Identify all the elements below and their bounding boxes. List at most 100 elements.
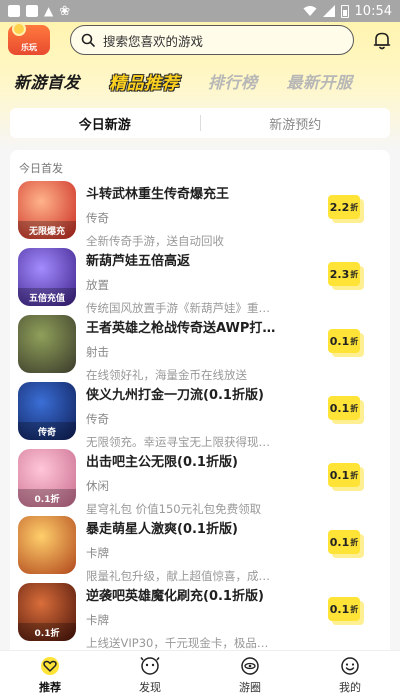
game-name: 出击吧主公无限(0.1折版) xyxy=(86,455,238,470)
game-name: 王者英雄之枪战传奇送AWP打… xyxy=(86,321,276,336)
nav-discover[interactable]: 发现 xyxy=(100,651,200,700)
discount-unit: 折 xyxy=(350,202,359,212)
tab-recommended[interactable]: 精品推荐 xyxy=(109,69,179,94)
nav-label: 我的 xyxy=(339,681,361,694)
smile-icon xyxy=(341,657,359,675)
game-tag: 卡牌 xyxy=(86,546,109,560)
app-notification-icon: ❀ xyxy=(59,3,71,19)
game-icon[interactable]: 无限爆充 xyxy=(18,181,76,239)
game-tag: 传奇 xyxy=(86,412,109,426)
eye-icon xyxy=(241,657,259,675)
warning-icon: ▲ xyxy=(44,4,54,18)
game-tag: 传奇 xyxy=(86,211,109,225)
game-name: 斗转武林重生传奇爆充王 xyxy=(86,187,230,202)
logo-text: 乐玩 xyxy=(21,43,37,52)
discover-icon xyxy=(140,657,160,675)
battery-icon xyxy=(340,4,349,18)
game-icon[interactable] xyxy=(18,315,76,373)
discount-badge[interactable]: 0.1 折 xyxy=(328,530,360,554)
heart-icon xyxy=(41,657,59,675)
discount-value: 0.1 xyxy=(329,535,350,549)
search-placeholder: 搜索您喜欢的游戏 xyxy=(103,33,204,49)
game-tag: 卡牌 xyxy=(86,613,109,627)
game-list-item[interactable]: 暴走萌星人激爽(0.1折版) 卡牌限量礼包升级，献上超值惊喜，成… 0.1 折 xyxy=(10,516,390,583)
game-name: 侠义九州打金一刀流(0.1折版) xyxy=(86,388,264,403)
nav-mine[interactable]: 我的 xyxy=(300,651,400,700)
segment-today-new[interactable]: 今日新游 xyxy=(10,114,200,133)
game-description: 上线送VIP30，千元现金卡，极品… xyxy=(86,636,269,650)
game-description: 传统国风放置手游《新葫芦娃》重… xyxy=(86,301,270,315)
discount-badge[interactable]: 2.3 折 xyxy=(328,262,360,286)
game-icon-badge: 无限爆充 xyxy=(18,221,76,239)
game-icon[interactable]: 五倍充值 xyxy=(18,248,76,306)
notification-icon xyxy=(8,5,20,17)
discount-value: 0.1 xyxy=(329,468,350,482)
tab-new-servers[interactable]: 最新开服 xyxy=(287,69,353,93)
discount-badge[interactable]: 0.1 折 xyxy=(328,463,360,487)
game-description: 全新传奇手游，送自动回收 xyxy=(86,234,224,248)
game-list-item[interactable]: 0.1折 逆袭吧英雄魔化刷充(0.1折版) 卡牌上线送VIP30，千元现金卡，极品…… xyxy=(10,583,390,650)
game-icon[interactable]: 传奇 xyxy=(18,382,76,440)
discount-value: 2.3 xyxy=(329,267,350,281)
discount-value: 0.1 xyxy=(329,334,350,348)
game-tag: 放置 xyxy=(86,278,109,292)
game-tag: 休闲 xyxy=(86,479,109,493)
section-label: 今日首发 xyxy=(19,162,63,175)
game-icon[interactable]: 0.1折 xyxy=(18,583,76,641)
discount-value: 0.1 xyxy=(329,602,350,616)
game-icon-badge: 五倍充值 xyxy=(18,288,76,306)
tab-ranking[interactable]: 排行榜 xyxy=(208,69,258,93)
search-bar[interactable]: 搜索您喜欢的游戏 xyxy=(70,25,354,55)
nav-recommend[interactable]: 推荐 xyxy=(0,651,100,700)
wifi-icon xyxy=(303,6,317,16)
discount-unit: 折 xyxy=(350,470,359,480)
game-icon[interactable] xyxy=(18,516,76,574)
segment-reservation[interactable]: 新游预约 xyxy=(201,114,391,133)
game-description: 限量礼包升级，献上超值惊喜，成… xyxy=(86,569,270,583)
discount-badge[interactable]: 2.2 折 xyxy=(328,195,360,219)
game-name: 暴走萌星人激爽(0.1折版) xyxy=(86,522,238,537)
discount-value: 2.2 xyxy=(329,200,350,214)
discount-unit: 折 xyxy=(350,269,359,279)
game-name: 新葫芦娃五倍高返 xyxy=(86,254,191,269)
game-icon[interactable]: 0.1折 xyxy=(18,449,76,507)
nav-label: 推荐 xyxy=(39,681,61,694)
nav-label: 游圈 xyxy=(239,681,261,694)
discount-badge[interactable]: 0.1 折 xyxy=(328,597,360,621)
game-name: 逆袭吧英雄魔化刷充(0.1折版) xyxy=(86,589,264,604)
bell-icon[interactable] xyxy=(372,30,392,50)
game-list-item[interactable]: 0.1折 出击吧主公无限(0.1折版) 休闲星穹礼包 价值150元礼包免费领取 0.1… xyxy=(10,449,390,516)
status-time: 10:54 xyxy=(354,3,392,19)
game-list-item[interactable]: 王者英雄之枪战传奇送AWP打… 射击在线领好礼，海量金币在线放送 0.1 折 xyxy=(10,315,390,382)
app-logo[interactable]: 乐玩 xyxy=(8,22,50,55)
game-icon-badge: 0.1折 xyxy=(18,489,76,507)
game-description: 在线领好礼，海量金币在线放送 xyxy=(86,368,247,382)
game-list: 今日首发 无限爆充 斗转武林重生传奇爆充王 传奇 全新传奇手游，送自动回收 2.2 折五倍… xyxy=(10,150,390,650)
game-description: 星穹礼包 价值150元礼包免费领取 xyxy=(86,502,262,516)
game-list-item[interactable]: 无限爆充 斗转武林重生传奇爆充王 传奇全新传奇手游，送自动回收 2.2 折 xyxy=(10,181,390,248)
discount-value: 0.1 xyxy=(329,401,350,415)
search-icon xyxy=(81,33,95,47)
discount-unit: 折 xyxy=(350,403,359,413)
nav-label: 发现 xyxy=(139,681,161,694)
status-bar: ▲ ❀ 10:54 xyxy=(0,0,400,22)
game-list-item[interactable]: 传奇 侠义九州打金一刀流(0.1折版) 传奇 无限领充。幸运寻宝无上限获得现… 0.1 折 xyxy=(10,382,390,449)
category-tabs: 新游首发 精品推荐 排行榜 最新开服 xyxy=(0,66,400,96)
game-icon-badge: 0.1折 xyxy=(18,623,76,641)
bottom-nav: 推荐 发现 游圈 我的 xyxy=(0,650,400,700)
game-icon-badge: 传奇 xyxy=(18,422,76,440)
game-description: 无限领充。幸运寻宝无上限获得现… xyxy=(86,435,270,449)
game-tag: 射击 xyxy=(86,345,109,359)
nav-circle[interactable]: 游圈 xyxy=(200,651,300,700)
discount-unit: 折 xyxy=(350,537,359,547)
discount-unit: 折 xyxy=(350,604,359,614)
discount-badge[interactable]: 0.1 折 xyxy=(328,396,360,420)
top-header: 乐玩 搜索您喜欢的游戏 xyxy=(0,22,400,58)
discount-unit: 折 xyxy=(350,336,359,346)
segment-control: 今日新游 新游预约 xyxy=(10,108,390,138)
signal-icon xyxy=(322,5,335,17)
game-list-item[interactable]: 五倍充值 新葫芦娃五倍高返 放置传统国风放置手游《新葫芦娃》重… 2.3 折 xyxy=(10,248,390,315)
notification-icon xyxy=(26,5,38,17)
tab-new-games[interactable]: 新游首发 xyxy=(14,69,80,93)
discount-badge[interactable]: 0.1 折 xyxy=(328,329,360,353)
